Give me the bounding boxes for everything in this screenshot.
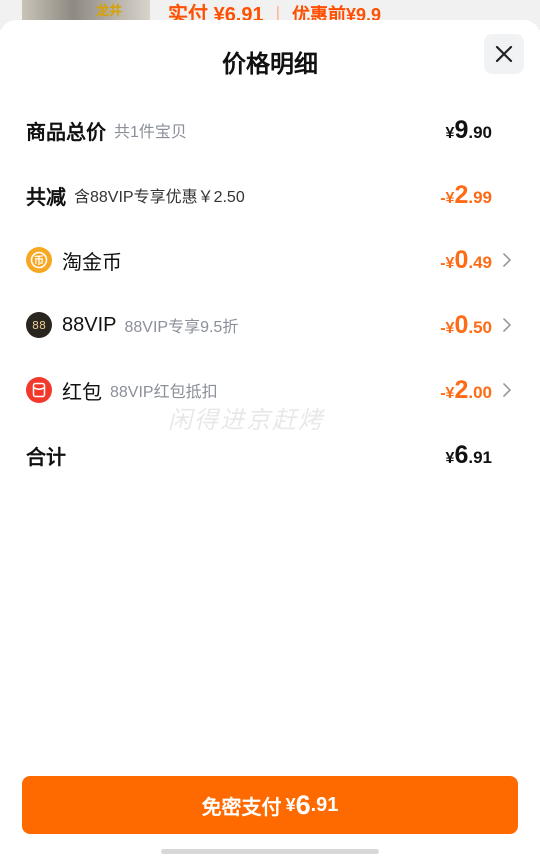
row-amount: ¥9.90: [446, 110, 492, 150]
currency-symbol: -¥: [440, 385, 455, 402]
red-packet-icon: [26, 377, 52, 403]
row-label: 淘金币: [62, 251, 122, 274]
row-label: 88VIP: [62, 313, 117, 336]
close-button[interactable]: [484, 34, 524, 74]
row-note: 共1件宝贝: [114, 124, 187, 141]
price-detail-sheet: 价格明细 商品总价 共1件宝贝 ¥9.90 共减 含88VIP专享优惠￥2.50…: [0, 20, 540, 856]
password-free-pay-button[interactable]: 免密支付 ¥6.91: [22, 776, 518, 834]
amount-decimal: .99: [468, 188, 492, 207]
pay-button-label: 免密支付: [201, 796, 282, 819]
amount-decimal: .00: [468, 383, 492, 402]
row-label: 共减: [26, 186, 66, 209]
amount-integer: 2: [454, 181, 469, 209]
thumbnail-text: 龙井: [96, 3, 123, 18]
row-amount: ¥6.91: [446, 435, 492, 475]
chevron-right-icon: [503, 318, 512, 332]
chevron-right-icon: [503, 253, 512, 267]
pay-amount-integer: 6: [295, 789, 311, 820]
amount-decimal: .90: [468, 123, 492, 142]
row-label: 商品总价: [26, 121, 106, 144]
product-thumbnail: [22, 0, 150, 22]
amount-integer: 6: [454, 441, 469, 469]
pay-currency: ¥: [285, 794, 296, 815]
currency-symbol: -¥: [440, 320, 455, 337]
row-amount: -¥ 2.00: [440, 370, 492, 410]
row-goods-total: 商品总价 共1件宝贝 ¥9.90: [26, 110, 514, 150]
amount-integer: 0: [454, 311, 469, 339]
row-amount: -¥ 0.49: [440, 240, 492, 280]
amount-decimal: .50: [468, 318, 492, 337]
row-grand-total: 合计 ¥6.91: [26, 435, 514, 475]
row-label: 红包: [62, 381, 102, 404]
svg-text:币: 币: [34, 255, 44, 267]
pay-amount-decimal: .91: [310, 793, 339, 816]
home-indicator: [161, 849, 379, 854]
row-88vip[interactable]: 88 88VIP 88VIP专享9.5折 -¥ 0.50: [26, 305, 514, 345]
row-amount: -¥ 2.99: [440, 175, 492, 215]
row-note: 88VIP红包抵扣: [110, 384, 218, 401]
currency-symbol: -¥: [440, 255, 455, 272]
watermark-text: 闲得进京赶烤: [168, 407, 324, 434]
amount-integer: 9: [454, 116, 469, 144]
amount-integer: 2: [454, 376, 469, 404]
row-total-discount: 共减 含88VIP专享优惠￥2.50 -¥ 2.99: [26, 175, 514, 215]
vip88-icon: 88: [26, 312, 52, 338]
amount-decimal: .91: [468, 448, 492, 467]
close-icon: [495, 45, 513, 63]
currency-symbol: -¥: [440, 190, 455, 207]
coin-icon: 币: [26, 247, 52, 273]
row-label: 合计: [26, 446, 66, 469]
svg-text:88: 88: [32, 319, 46, 332]
sheet-title: 价格明细: [222, 51, 318, 78]
amount-decimal: .49: [468, 253, 492, 272]
amount-integer: 0: [454, 246, 469, 274]
row-note: 88VIP专享9.5折: [124, 319, 239, 336]
currency-symbol: ¥: [445, 450, 455, 467]
row-taojinbi[interactable]: 币 淘金币 -¥ 0.49: [26, 240, 514, 280]
currency-symbol: ¥: [445, 125, 455, 142]
row-amount: -¥ 0.50: [440, 305, 492, 345]
row-note: 含88VIP专享优惠￥2.50: [74, 189, 245, 206]
chevron-right-icon: [503, 383, 512, 397]
